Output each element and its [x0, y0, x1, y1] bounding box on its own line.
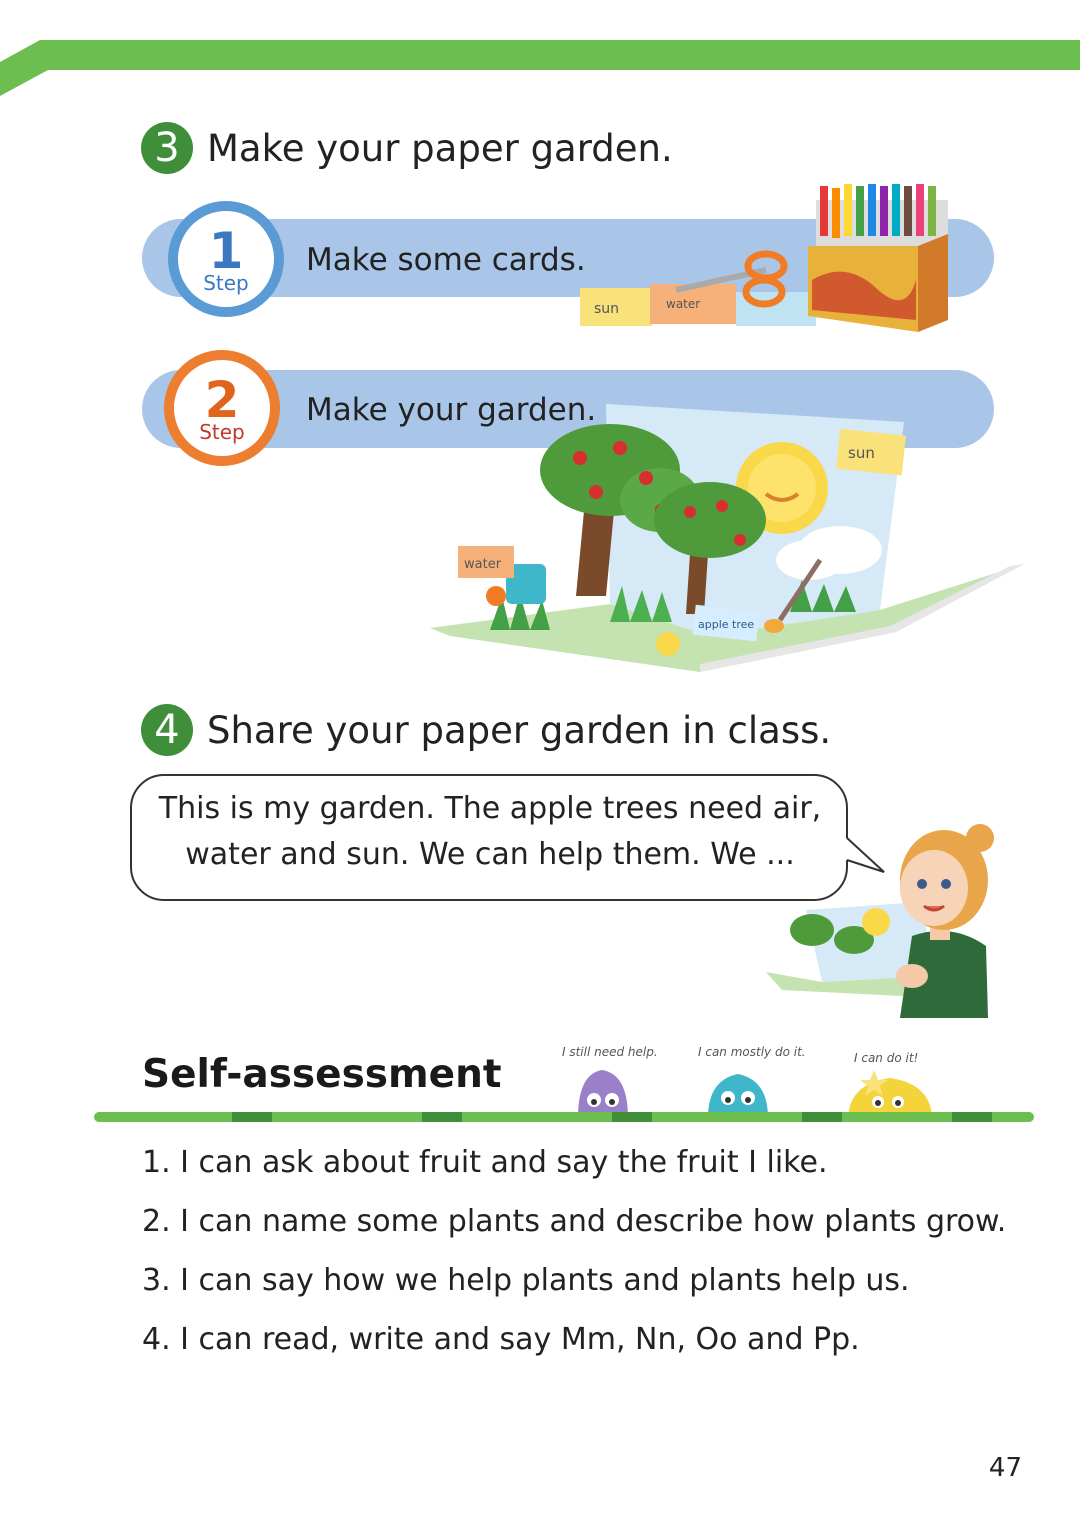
- top-green-bar: [0, 40, 1080, 96]
- self-assessment-item-4: 4. I can read, write and say Mm, Nn, Oo …: [142, 1322, 860, 1357]
- self-assessment-divider: [94, 1112, 1034, 1122]
- badge-can-do-it-label: I can do it!: [854, 1051, 918, 1065]
- step-1-label: Step: [203, 271, 249, 295]
- girl-with-garden-illustration: [766, 824, 994, 1018]
- step-1-number: 1: [208, 222, 244, 280]
- sun-sign-label: sun: [848, 444, 875, 462]
- section-3-title: Make your paper garden.: [207, 126, 673, 170]
- step-1-circle: 1 Step: [168, 201, 284, 317]
- apple-tree-sign-label: apple tree: [698, 618, 754, 631]
- section-4-title: Share your paper garden in class.: [207, 708, 832, 752]
- badge-mostly-do-it-label: I can mostly do it.: [698, 1045, 806, 1059]
- badge-still-need-help-label: I still need help.: [562, 1045, 658, 1059]
- page-number: 47: [988, 1453, 1022, 1483]
- self-assessment-title: Self-assessment: [142, 1052, 502, 1097]
- step-2-number: 2: [204, 371, 240, 429]
- self-assessment-item-3: 3. I can say how we help plants and plan…: [142, 1263, 910, 1298]
- badge-still-need-help: I still need help.: [562, 1045, 658, 1118]
- water-sign: water: [458, 546, 514, 578]
- cards-scissors-markers-illustration: sun water: [580, 184, 948, 332]
- badge-mostly-do-it: I can mostly do it.: [698, 1045, 806, 1118]
- step-1-text: Make some cards.: [306, 242, 586, 278]
- speech-line-1: This is my garden. The apple trees need …: [158, 791, 822, 826]
- self-assessment-item-2: 2. I can name some plants and describe h…: [142, 1204, 1007, 1239]
- sun-card-label: sun: [594, 301, 619, 317]
- section-4-heading: 4 Share your paper garden in class.: [141, 704, 831, 756]
- water-sign-label: water: [464, 557, 502, 572]
- self-assessment-item-1: 1. I can ask about fruit and say the fru…: [142, 1145, 828, 1180]
- paper-garden-illustration: sun water apple tree: [430, 404, 1024, 672]
- section-4-number-badge: 4: [141, 704, 193, 756]
- speech-line-2: water and sun. We can help them. We ...: [185, 837, 795, 872]
- section-3-number-badge: 3: [141, 122, 193, 174]
- section-3-heading: 3 Make your paper garden.: [141, 122, 673, 174]
- step-2-circle: 2 Step: [164, 350, 280, 466]
- sun-card: sun: [580, 288, 652, 326]
- marker-box-icon: [808, 184, 948, 332]
- sun-sign: sun: [836, 428, 906, 476]
- water-card: water: [650, 284, 736, 324]
- speech-bubble-text: This is my garden. The apple trees need …: [140, 786, 840, 878]
- water-card-label: water: [666, 297, 700, 311]
- step-2-label: Step: [199, 420, 245, 444]
